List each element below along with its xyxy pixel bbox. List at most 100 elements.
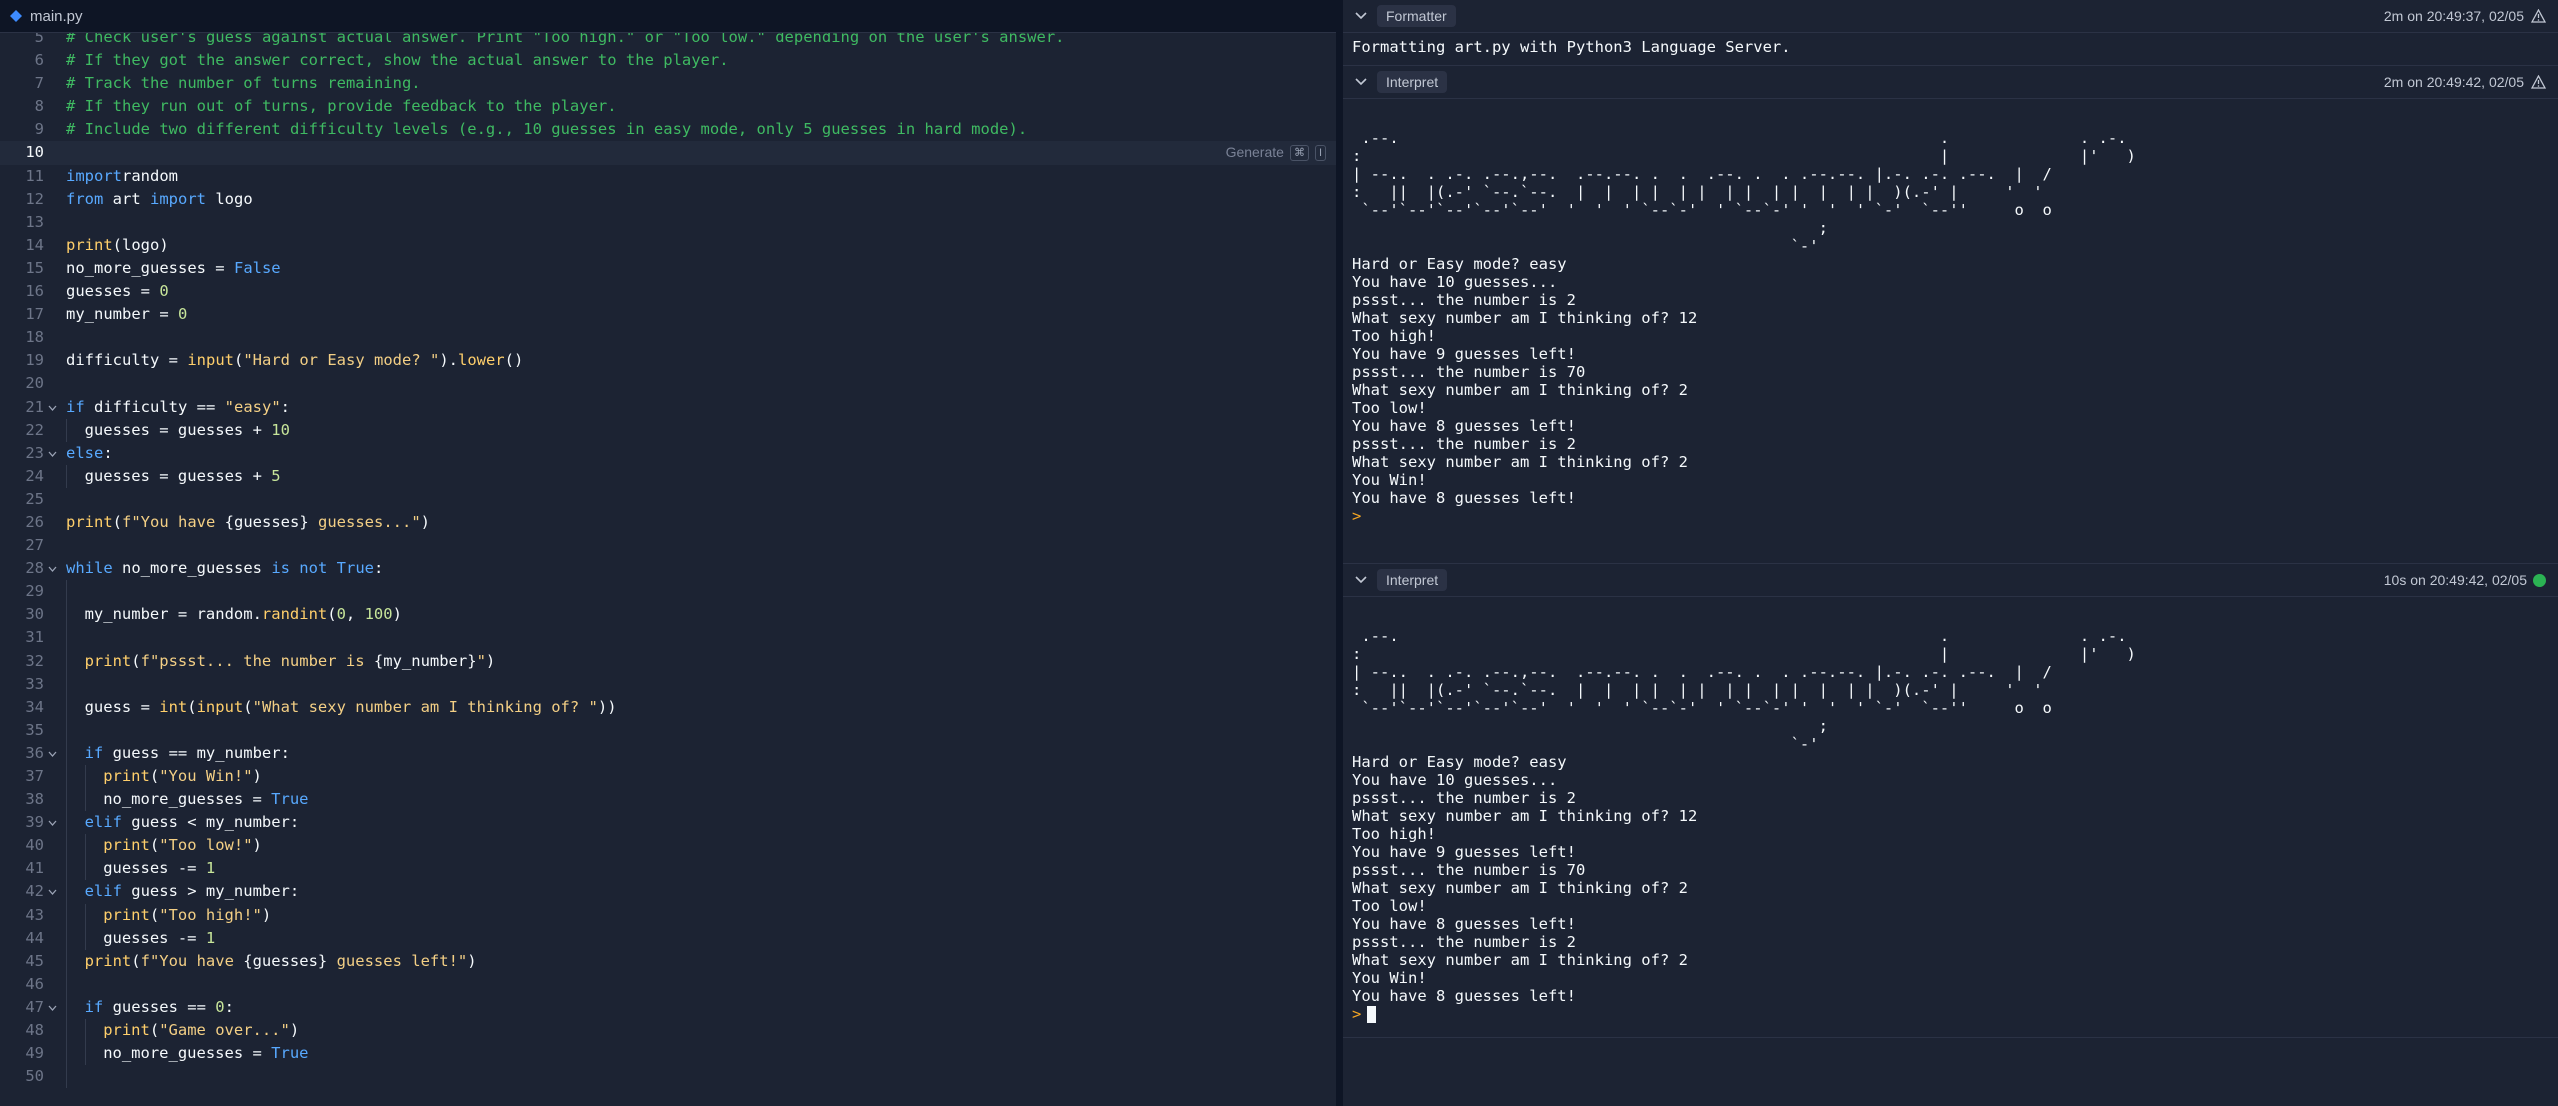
code-line[interactable]: 46 [0, 972, 1336, 996]
code-line[interactable]: 21 if difficulty == "easy": [0, 396, 1336, 419]
fold-chevron-icon[interactable] [48, 396, 58, 419]
code-line[interactable]: 41 guesses -= 1 [0, 857, 1336, 881]
chevron-down-icon[interactable] [1351, 12, 1371, 20]
code-line[interactable]: 35 [0, 718, 1336, 742]
code-line[interactable]: 34 guess = int(input("What sexy number am… [0, 695, 1336, 719]
code-text: else: [66, 442, 113, 465]
code-line[interactable]: 12 from art import logo [0, 188, 1336, 211]
line-number: 25 [25, 489, 44, 508]
divider [1343, 1037, 2558, 1038]
code-text: no_more_guesses = True [103, 788, 308, 811]
code-line[interactable]: 22 guesses = guesses + 10 [0, 418, 1336, 442]
code-line[interactable]: 25 [0, 488, 1336, 511]
code-line[interactable]: 33 [0, 672, 1336, 696]
code-text: no_more_guesses = False [66, 257, 281, 280]
code-line[interactable]: 24 guesses = guesses + 5 [0, 464, 1336, 488]
line-number: 32 [25, 651, 44, 670]
code-token: is not [271, 559, 328, 578]
interpret-timestamp-2: 10s on 20:49:42, 02/05 [2383, 572, 2527, 588]
code-line[interactable]: 50 [0, 1065, 1336, 1089]
code-line[interactable]: 49 no_more_guesses = True [0, 1042, 1336, 1066]
code-line[interactable]: 19 difficulty = input("Hard or Easy mode?… [0, 349, 1336, 372]
code-line[interactable]: 20 [0, 372, 1336, 395]
code-line[interactable]: 38 no_more_guesses = True [0, 788, 1336, 812]
code-token: , [345, 605, 365, 624]
code-line[interactable]: 10 Generate ⌘ I [0, 141, 1336, 165]
code-line[interactable]: 36 if guess == my_number: [0, 741, 1336, 765]
code-token: ) [289, 1021, 300, 1040]
code-text: if guesses == 0: [85, 996, 234, 1019]
code-token: difficulty = [66, 351, 188, 370]
code-area[interactable]: 5 # Check user's guess against actual ans… [0, 26, 1336, 1089]
generate-button[interactable]: Generate ⌘ I [1226, 141, 1326, 164]
indent-guide [84, 765, 86, 789]
code-line[interactable]: 30 my_number = random.randint(0, 100) [0, 603, 1336, 627]
line-number: 11 [25, 166, 44, 185]
code-line[interactable]: 45 print(f"You have {guesses} guesses lef… [0, 949, 1336, 973]
fold-chevron-icon[interactable] [48, 442, 58, 465]
code-line[interactable]: 47 if guesses == 0: [0, 995, 1336, 1020]
chevron-down-icon[interactable] [1351, 576, 1371, 584]
interpret-section-2: Interpret 10s on 20:49:42, 02/05 .--. . … [1343, 564, 2558, 1038]
code-text: importrandom [66, 165, 178, 188]
code-line[interactable]: 27 [0, 534, 1336, 557]
code-line[interactable]: 44 guesses -= 1 [0, 926, 1336, 950]
code-token: 0 [336, 605, 346, 624]
code-line[interactable]: 16 guesses = 0 [0, 280, 1336, 303]
code-line[interactable]: 11 importrandom [0, 165, 1336, 188]
code-line[interactable]: 26 print(f"You have {guesses} guesses..."… [0, 511, 1336, 534]
console-input[interactable]: > [1352, 1005, 2549, 1023]
code-token: if [66, 397, 85, 416]
shortcut-key-i: I [1314, 144, 1326, 161]
chevron-down-icon[interactable] [1351, 78, 1371, 86]
code-line[interactable]: 17 my_number = 0 [0, 303, 1336, 326]
editor-tab-main-py[interactable]: main.py [30, 8, 83, 25]
code-token: : [103, 443, 113, 462]
code-line[interactable]: 7 # Track the number of turns remaining. [0, 72, 1336, 95]
fold-chevron-icon[interactable] [48, 742, 58, 765]
code-line[interactable]: 29 [0, 580, 1336, 604]
code-token: True [271, 790, 309, 809]
code-line[interactable]: 37 print("You Win!") [0, 765, 1336, 789]
code-line[interactable]: 39 elif guess < my_number: [0, 811, 1336, 835]
fold-chevron-icon[interactable] [48, 557, 58, 580]
console-prompt-1[interactable]: > [1352, 507, 2549, 525]
code-token: if [84, 997, 104, 1016]
code-line[interactable]: 31 [0, 626, 1336, 650]
code-line[interactable]: 23 else: [0, 442, 1336, 465]
code-line[interactable]: 18 [0, 326, 1336, 349]
line-number: 43 [25, 905, 44, 924]
code-token: ) [467, 951, 477, 970]
code-token: " [476, 651, 486, 670]
code-line[interactable]: 32 print(f"pssst... the number is {my_num… [0, 649, 1336, 673]
shortcut-key-cmd: ⌘ [1289, 144, 1309, 161]
indent-guide [66, 1019, 67, 1043]
code-token: elif [84, 813, 122, 832]
code-line[interactable]: 8 # If they run out of turns, provide fee… [0, 95, 1336, 118]
code-text: print("Too low!") [103, 834, 262, 857]
code-token: input [196, 697, 244, 716]
code-line[interactable]: 14 print(logo) [0, 234, 1336, 257]
fold-chevron-icon[interactable] [48, 996, 58, 1019]
replit-workspace: 5 # Check user's guess against actual ans… [0, 0, 2558, 1106]
pane-resize-handle[interactable] [1336, 0, 1343, 1106]
code-line[interactable]: 13 [0, 211, 1336, 234]
code-line[interactable]: 42 elif guess > my_number: [0, 880, 1336, 904]
code-line[interactable]: 43 print("Too high!") [0, 903, 1336, 927]
line-number: 49 [25, 1044, 44, 1063]
code-token: {my_number} [373, 651, 477, 670]
fold-chevron-icon[interactable] [48, 811, 58, 834]
code-line[interactable]: 9 # Include two different difficulty leve… [0, 118, 1336, 141]
code-line[interactable]: 40 print("Too low!") [0, 834, 1336, 858]
code-line[interactable]: 6 # If they got the answer correct, show … [0, 49, 1336, 72]
code-token: # Track the number of turns remaining. [66, 74, 421, 93]
code-text: guesses -= 1 [103, 927, 215, 950]
line-number: 35 [25, 720, 44, 739]
code-line[interactable]: 28 while no_more_guesses is not True: [0, 557, 1336, 580]
code-text: print("Game over...") [103, 1019, 299, 1042]
fold-chevron-icon[interactable] [48, 880, 58, 903]
code-line[interactable]: 48 print("Game over...") [0, 1019, 1336, 1043]
code-line[interactable]: 15 no_more_guesses = False [0, 257, 1336, 280]
interpret-meta-2: 10s on 20:49:42, 02/05 [2384, 572, 2546, 588]
